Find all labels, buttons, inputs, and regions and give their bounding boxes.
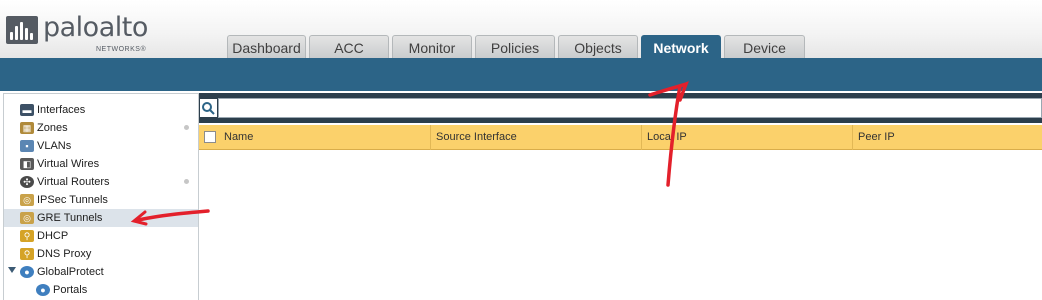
sidebar-item-portals[interactable]: ● Portals <box>4 281 198 299</box>
table-header: Name Source Interface Local IP Peer IP <box>199 125 1042 150</box>
sidebar-item-vlans[interactable]: ▪ VLANs <box>4 137 198 155</box>
column-header-source-interface[interactable]: Source Interface <box>430 125 641 150</box>
virtual-wires-icon: ◧ <box>20 158 34 170</box>
logo-subtitle: NETWORKS® <box>96 46 147 53</box>
dns-proxy-icon: ⚲ <box>20 248 34 260</box>
sidebar-item-gre-tunnels[interactable]: ◎ GRE Tunnels <box>4 209 198 227</box>
sidebar-item-label: Zones <box>37 122 68 134</box>
dhcp-icon: ⚲ <box>20 230 34 242</box>
content-area: Name Source Interface Local IP Peer IP <box>199 93 1042 300</box>
app-window: paloalto NETWORKS® Dashboard ACC Monitor… <box>0 0 1042 300</box>
sidebar-item-zones[interactable]: ▦ Zones <box>4 119 198 137</box>
sidebar-item-virtual-routers[interactable]: ✣ Virtual Routers <box>4 173 198 191</box>
sidebar-item-label: IPSec Tunnels <box>37 194 108 206</box>
tab-monitor[interactable]: Monitor <box>392 35 472 58</box>
sidebar-item-label: Interfaces <box>37 104 86 116</box>
sidebar-item-interfaces[interactable]: ▬ Interfaces <box>4 101 198 119</box>
tab-network[interactable]: Network <box>641 35 721 59</box>
sidebar-item-dns-proxy[interactable]: ⚲ DNS Proxy <box>4 245 198 263</box>
status-dot <box>184 125 189 130</box>
sidebar-item-label: DNS Proxy <box>37 248 92 260</box>
sidebar-item-label: Virtual Routers <box>37 176 110 188</box>
select-all-checkbox[interactable] <box>204 131 216 143</box>
sidebar-item-label: VLANs <box>37 140 72 152</box>
status-dot <box>184 179 189 184</box>
gre-tunnels-icon: ◎ <box>20 212 34 224</box>
logo-mark-icon <box>6 16 38 44</box>
search-icon[interactable] <box>200 99 217 117</box>
chevron-down-icon[interactable] <box>8 267 16 273</box>
header-band <box>0 58 1042 91</box>
tab-policies[interactable]: Policies <box>475 35 555 58</box>
zones-icon: ▦ <box>20 122 34 134</box>
search-input[interactable] <box>218 98 1042 118</box>
sidebar-item-label: GRE Tunnels <box>37 212 103 224</box>
paloalto-logo: paloalto NETWORKS® <box>6 10 156 54</box>
column-header-peer-ip[interactable]: Peer IP <box>852 125 1042 150</box>
sidebar-item-label: GlobalProtect <box>37 266 104 278</box>
interfaces-icon: ▬ <box>20 104 34 116</box>
portals-icon: ● <box>36 284 50 296</box>
tab-device[interactable]: Device <box>724 35 805 58</box>
tab-objects[interactable]: Objects <box>558 35 638 58</box>
logo-wordmark: paloalto <box>43 12 148 43</box>
sidebar-item-label: Portals <box>53 284 88 296</box>
sidebar-item-virtual-wires[interactable]: ◧ Virtual Wires <box>4 155 198 173</box>
column-header-local-ip[interactable]: Local IP <box>641 125 852 150</box>
ipsec-tunnels-icon: ◎ <box>20 194 34 206</box>
sidebar-item-label: DHCP <box>37 230 69 242</box>
sidebar-item-ipsec-tunnels[interactable]: ◎ IPSec Tunnels <box>4 191 198 209</box>
main-tabs: Dashboard ACC Monitor Policies Objects N… <box>227 35 808 59</box>
vlans-icon: ▪ <box>20 140 34 152</box>
filter-bar <box>199 93 1042 123</box>
tab-acc[interactable]: ACC <box>309 35 389 58</box>
virtual-routers-icon: ✣ <box>20 176 34 188</box>
tab-dashboard[interactable]: Dashboard <box>227 35 306 58</box>
column-header-name[interactable]: Name <box>219 125 430 150</box>
network-sidebar: ▬ Interfaces ▦ Zones ▪ VLANs ◧ Virtual W… <box>3 93 199 300</box>
sidebar-item-globalprotect[interactable]: ● GlobalProtect <box>4 263 198 281</box>
globalprotect-icon: ● <box>20 266 34 278</box>
sidebar-item-label: Virtual Wires <box>37 158 100 170</box>
sidebar-item-dhcp[interactable]: ⚲ DHCP <box>4 227 198 245</box>
top-header: paloalto NETWORKS® Dashboard ACC Monitor… <box>0 0 1042 59</box>
